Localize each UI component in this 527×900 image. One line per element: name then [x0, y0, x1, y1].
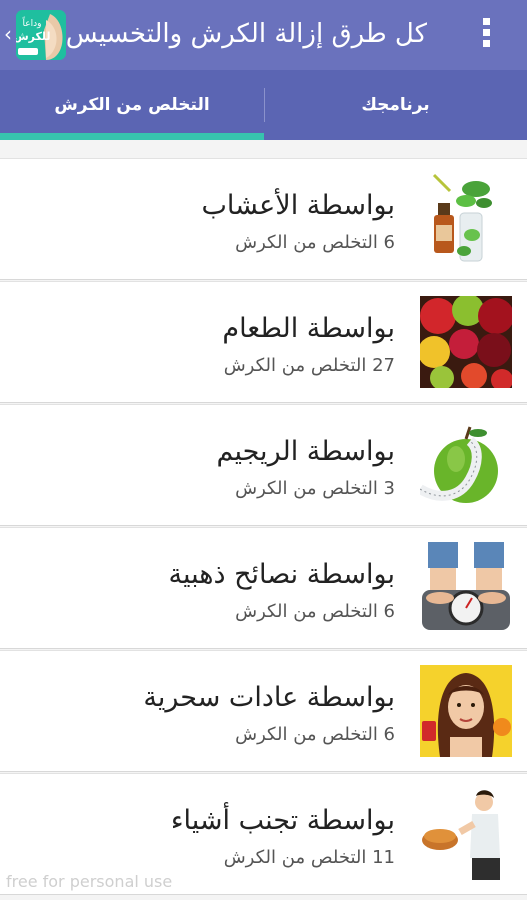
app-logo[interactable]: وداعاً للكرش	[16, 10, 66, 60]
item-title: بواسطة عادات سحرية	[143, 682, 395, 713]
app-bar: ‹ وداعاً للكرش كل طرق إزالة الكرش والتخس…	[0, 0, 527, 70]
item-subtitle: 6 التخلص من الكرش	[235, 724, 395, 745]
list-item[interactable]: بواسطة الطعام 27 التخلص من الكرش	[0, 281, 527, 403]
list-item[interactable]: بواسطة الأعشاب 6 التخلص من الكرش	[0, 158, 527, 280]
overflow-menu-icon[interactable]	[478, 18, 494, 52]
item-subtitle: 27 التخلص من الكرش	[223, 355, 395, 376]
apple-measuring-tape-image	[420, 419, 512, 511]
woman-refusing-bread-image	[420, 788, 512, 880]
app-logo-icon: وداعاً للكرش	[16, 10, 66, 60]
app-title: كل طرق إزالة الكرش والتخسيس	[65, 19, 427, 49]
item-subtitle: 6 التخلص من الكرش	[235, 601, 395, 622]
watermark-text: free for personal use	[6, 872, 173, 891]
item-title: بواسطة نصائح ذهبية	[168, 559, 395, 590]
logo-text-bottom: للكرش	[16, 30, 51, 43]
herbs-bottle-image	[420, 173, 512, 265]
item-title: بواسطة الأعشاب	[201, 190, 395, 221]
tab-get-rid-of-belly[interactable]: التخلص من الكرش	[0, 70, 264, 140]
category-list: بواسطة الأعشاب 6 التخلص من الكرش بواسطة …	[0, 140, 527, 900]
selected-tab-indicator	[0, 133, 264, 140]
item-title: بواسطة الطعام	[222, 313, 395, 344]
tab-your-program[interactable]: برنامجك	[264, 70, 527, 140]
item-subtitle: 3 التخلص من الكرش	[235, 478, 395, 499]
item-subtitle: 11 التخلص من الكرش	[223, 847, 395, 868]
list-item[interactable]: بواسطة نصائح ذهبية 6 التخلص من الكرش	[0, 527, 527, 649]
list-item[interactable]: بواسطة الريجيم 3 التخلص من الكرش	[0, 404, 527, 526]
fruits-image	[420, 296, 512, 388]
item-title: بواسطة تجنب أشياء	[170, 805, 395, 836]
woman-choosing-food-image	[420, 665, 512, 757]
item-title: بواسطة الريجيم	[216, 436, 395, 467]
item-subtitle: 6 التخلص من الكرش	[235, 232, 395, 253]
list-item[interactable]: بواسطة عادات سحرية 6 التخلص من الكرش	[0, 650, 527, 772]
back-arrow-icon[interactable]: ‹	[4, 21, 12, 47]
bathroom-scale-image	[420, 542, 512, 634]
tab-divider	[264, 88, 265, 122]
